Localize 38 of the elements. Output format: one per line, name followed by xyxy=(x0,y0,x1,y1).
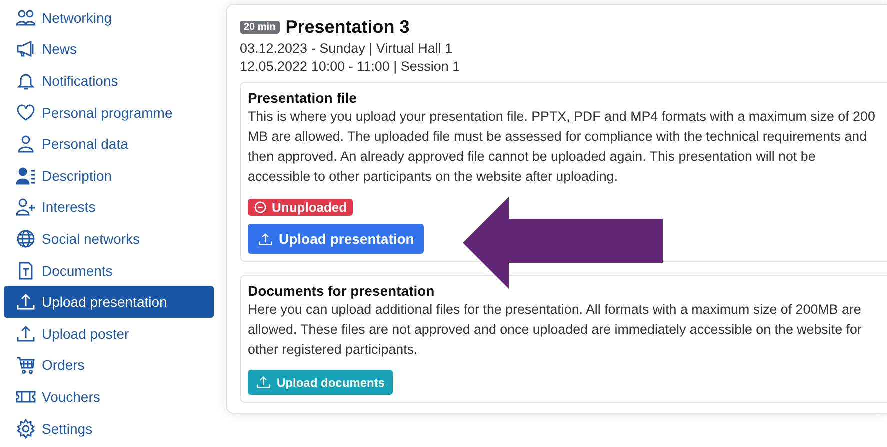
sidebar-item[interactable]: Vouchers xyxy=(4,381,214,413)
sidebar-item[interactable]: Notifications xyxy=(4,65,214,97)
upload-icon xyxy=(16,292,36,312)
megaphone-icon xyxy=(16,39,36,60)
upload-icon xyxy=(258,232,273,246)
sidebar-item[interactable]: Interests xyxy=(4,192,214,224)
sidebar-item[interactable]: Personal programme xyxy=(4,96,214,128)
sidebar-item[interactable]: Upload poster xyxy=(4,318,214,350)
upload-button[interactable]: Upload presentation xyxy=(248,224,424,254)
sidebar-item[interactable]: Orders xyxy=(4,350,214,382)
cart-icon xyxy=(16,355,36,376)
section-description: Here you can upload additional files for the presentation. All formats with a maximum size of 200MB are allowed. These files are not approved and once uploaded are immediately accessible on the website for other registered participants. xyxy=(248,301,863,359)
person-icon xyxy=(16,134,36,154)
sidebar-item[interactable]: Description xyxy=(4,160,214,192)
section-description: This is where you upload your presentation file. PPTX, PDF and MP4 formats with a maximum size of 200 MB are allowed. The uploaded file must be assessed for compliance with the technical requirements and then approved. An already approved file cannot be uploaded again. This presentation will not be accessible to other participants on the website after uploading. xyxy=(248,108,876,186)
sidebar-item[interactable]: Documents xyxy=(4,254,214,286)
person-plus-icon xyxy=(16,197,36,218)
settings-icon xyxy=(16,418,36,439)
heart-icon xyxy=(16,102,36,123)
presentation-title: Presentation 3 xyxy=(286,17,410,38)
date-venue-text: 03.12.2023 - Sunday | Virtual Hall 1 xyxy=(240,41,454,56)
sidebar-item[interactable]: Upload presentation xyxy=(4,286,214,318)
person-list-icon xyxy=(16,166,36,186)
minus-circle-icon xyxy=(254,201,267,214)
sidebar-item[interactable]: Settings xyxy=(4,412,214,444)
sidebar-item[interactable]: Social networks xyxy=(4,223,214,255)
sidebar-item[interactable]: News xyxy=(4,34,214,66)
sidebar-item[interactable]: Networking xyxy=(4,2,214,34)
time-session-text: 12.05.2022 10:00 - 11:00 | Session 1 xyxy=(240,59,462,74)
globe-icon xyxy=(16,228,36,249)
upload-icon xyxy=(16,324,36,344)
section-title: Presentation file xyxy=(248,90,358,106)
sidebar-item[interactable]: Personal data xyxy=(4,128,214,160)
people-icon xyxy=(16,8,36,28)
duration-badge: 20 min xyxy=(240,21,280,34)
upload-icon xyxy=(256,375,271,390)
status-badge: Unuploaded xyxy=(248,199,354,216)
section-title: Documents for presentation xyxy=(248,283,436,299)
